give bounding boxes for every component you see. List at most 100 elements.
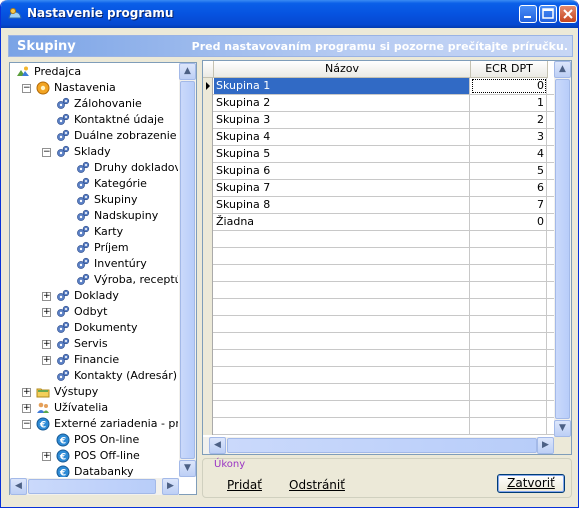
cell-ecr-dpt[interactable]: 4 — [471, 146, 547, 162]
row-indicator[interactable] — [203, 248, 213, 265]
table-row[interactable]: Skupina 21 — [203, 95, 554, 112]
empty-table-row[interactable] — [203, 367, 554, 384]
grid-scroll-left-button[interactable]: ◀ — [209, 437, 226, 454]
expand-icon[interactable]: + — [42, 452, 51, 461]
cell-ecr-dpt[interactable] — [471, 248, 547, 264]
expand-icon[interactable]: + — [42, 308, 51, 317]
table-row[interactable]: Skupina 32 — [203, 112, 554, 129]
cell-name[interactable] — [214, 384, 470, 400]
cell-name[interactable] — [214, 418, 470, 434]
navigation-tree[interactable]: Predajca − Nastavenia Zálohovanie Kontaktné … — [9, 62, 197, 495]
cell-ecr-dpt[interactable] — [471, 333, 547, 349]
row-indicator[interactable] — [203, 282, 213, 299]
row-indicator[interactable] — [203, 146, 213, 163]
tree-vertical-scrollbar[interactable]: ▲ ▼ — [179, 63, 196, 477]
column-header-name[interactable]: Názov — [214, 61, 471, 78]
grid-horizontal-scrollbar[interactable]: ◀ ▶ — [203, 437, 554, 454]
cell-ecr-dpt[interactable] — [471, 350, 547, 366]
grid-vscroll-thumb[interactable] — [555, 79, 570, 419]
expand-icon[interactable]: + — [42, 356, 51, 365]
empty-table-row[interactable] — [203, 350, 554, 367]
row-indicator[interactable] — [203, 384, 213, 401]
table-row[interactable]: Skupina 10 — [203, 78, 554, 95]
cell-ecr-dpt[interactable]: 7 — [471, 197, 547, 213]
cell-name[interactable]: Skupina 1 — [214, 78, 470, 94]
cell-ecr-dpt[interactable] — [471, 401, 547, 417]
tree-scroll-up-button[interactable]: ▲ — [179, 63, 196, 80]
empty-table-row[interactable] — [203, 384, 554, 401]
expand-icon[interactable]: + — [42, 292, 51, 301]
empty-table-row[interactable] — [203, 418, 554, 435]
tree-vscroll-thumb[interactable] — [180, 81, 195, 459]
grid-vertical-scrollbar[interactable]: ▲ ▼ — [554, 61, 571, 437]
tree-scroll-down-button[interactable]: ▼ — [179, 460, 196, 477]
cell-name[interactable] — [214, 367, 470, 383]
empty-table-row[interactable] — [203, 282, 554, 299]
row-indicator[interactable] — [203, 214, 213, 231]
row-indicator[interactable] — [203, 333, 213, 350]
cell-ecr-dpt[interactable]: 1 — [471, 95, 547, 111]
row-indicator[interactable] — [203, 265, 213, 282]
row-indicator[interactable] — [203, 78, 213, 95]
column-header-ecr-dpt[interactable]: ECR DPT — [471, 61, 548, 78]
cell-name[interactable] — [214, 265, 470, 281]
cell-name[interactable]: Skupina 8 — [214, 197, 470, 213]
close-button[interactable] — [559, 5, 577, 23]
grid-scroll-right-button[interactable]: ▶ — [537, 437, 554, 454]
row-indicator[interactable] — [203, 350, 213, 367]
row-indicator[interactable] — [203, 401, 213, 418]
row-indicator[interactable] — [203, 163, 213, 180]
cell-ecr-dpt[interactable] — [471, 282, 547, 298]
cell-name[interactable] — [214, 299, 470, 315]
title-bar[interactable]: Nastavenie programu — [1, 0, 578, 28]
row-indicator[interactable] — [203, 112, 213, 129]
empty-table-row[interactable] — [203, 248, 554, 265]
table-row[interactable]: Skupina 65 — [203, 163, 554, 180]
cell-name[interactable]: Žiadna — [214, 214, 470, 230]
cell-ecr-dpt[interactable] — [471, 418, 547, 434]
empty-table-row[interactable] — [203, 231, 554, 248]
cell-name[interactable] — [214, 401, 470, 417]
row-indicator[interactable] — [203, 180, 213, 197]
cell-name[interactable] — [214, 282, 470, 298]
table-row[interactable]: Skupina 43 — [203, 129, 554, 146]
empty-table-row[interactable] — [203, 316, 554, 333]
empty-table-row[interactable] — [203, 265, 554, 282]
minimize-button[interactable] — [519, 5, 537, 23]
row-indicator[interactable] — [203, 95, 213, 112]
table-row[interactable]: Skupina 54 — [203, 146, 554, 163]
cell-ecr-dpt[interactable]: 2 — [471, 112, 547, 128]
table-row[interactable]: Žiadna 0 — [203, 214, 554, 231]
row-indicator[interactable] — [203, 299, 213, 316]
grid-hscroll-thumb[interactable] — [227, 438, 537, 453]
expand-icon[interactable]: + — [22, 388, 31, 397]
expand-icon[interactable]: + — [42, 340, 51, 349]
table-row[interactable]: Skupina 87 — [203, 197, 554, 214]
cell-ecr-dpt[interactable]: 0 — [471, 78, 547, 94]
cell-ecr-dpt[interactable]: 6 — [471, 180, 547, 196]
tree-scroll-right-button[interactable]: ▶ — [162, 478, 179, 495]
cell-name[interactable] — [214, 231, 470, 247]
row-indicator[interactable] — [203, 418, 213, 435]
add-button[interactable]: Pridať — [227, 478, 262, 492]
cell-name[interactable]: Skupina 5 — [214, 146, 470, 162]
remove-button[interactable]: Odstrániť — [289, 478, 345, 492]
collapse-icon[interactable]: − — [22, 84, 31, 93]
expand-icon[interactable]: + — [22, 404, 31, 413]
cell-name[interactable]: Skupina 4 — [214, 129, 470, 145]
collapse-icon[interactable]: − — [42, 148, 51, 157]
cell-name[interactable] — [214, 316, 470, 332]
cell-name[interactable]: Skupina 6 — [214, 163, 470, 179]
tree-scroll-left-button[interactable]: ◀ — [10, 478, 27, 495]
cell-ecr-dpt[interactable] — [471, 384, 547, 400]
cell-name[interactable] — [214, 248, 470, 264]
cell-name[interactable]: Skupina 2 — [214, 95, 470, 111]
cell-ecr-dpt[interactable] — [471, 316, 547, 332]
grid-scroll-up-button[interactable]: ▲ — [554, 61, 571, 78]
cell-ecr-dpt[interactable]: 3 — [471, 129, 547, 145]
row-indicator[interactable] — [203, 367, 213, 384]
empty-table-row[interactable] — [203, 401, 554, 418]
cell-name[interactable] — [214, 350, 470, 366]
cell-name[interactable]: Skupina 7 — [214, 180, 470, 196]
cell-ecr-dpt[interactable] — [471, 231, 547, 247]
